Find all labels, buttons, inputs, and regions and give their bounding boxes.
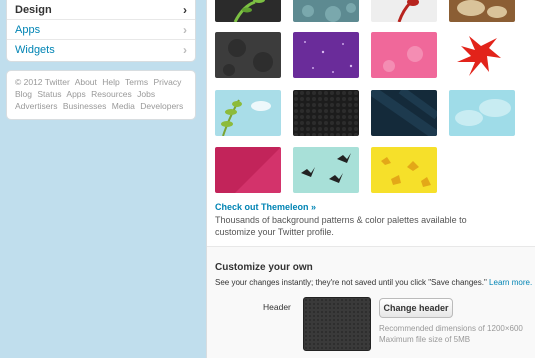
theme-tile[interactable] <box>449 0 515 22</box>
theme-tile[interactable] <box>371 32 437 78</box>
damask-pattern <box>223 39 273 76</box>
chevron-right-icon: › <box>183 3 187 17</box>
nav-item-design[interactable]: Design › <box>7 0 195 20</box>
theme-tile[interactable] <box>449 32 515 78</box>
footer-link-blog[interactable]: Blog <box>15 89 32 99</box>
footer-link-media[interactable]: Media <box>112 101 135 111</box>
diagonal-pattern <box>235 147 281 193</box>
theme-tile[interactable] <box>215 0 281 22</box>
change-header-button[interactable]: Change header <box>379 298 453 318</box>
learn-more-link[interactable]: Learn more. <box>489 278 532 287</box>
nav-item-apps[interactable]: Apps › <box>7 20 195 40</box>
themeleon-link[interactable]: Check out Themeleon » <box>215 202 316 212</box>
leaves-pattern <box>233 0 265 22</box>
customize-note-text: See your changes instantly; they're not … <box>215 278 487 287</box>
dimensions-text: Recommended dimensions of 1200×600 <box>379 324 523 333</box>
theme-tile[interactable] <box>293 147 359 193</box>
flowers-pattern <box>383 46 423 72</box>
theme-tile[interactable] <box>293 0 359 22</box>
footer-link-help[interactable]: Help <box>102 77 119 87</box>
customize-title: Customize your own <box>215 262 313 273</box>
design-panel: Check out Themeleon » Thousands of backg… <box>206 0 535 358</box>
leaves-clouds-pattern <box>221 99 271 136</box>
footer-link-jobs[interactable]: Jobs <box>137 89 155 99</box>
bird-pattern <box>457 0 507 18</box>
chevron-right-icon: › <box>183 23 187 37</box>
footer-link-advertisers[interactable]: Advertisers <box>15 101 58 111</box>
damask-pattern <box>302 3 356 22</box>
header-dimensions-note: Recommended dimensions of 1200×600 Maxim… <box>379 323 523 345</box>
theme-tile[interactable] <box>371 0 437 22</box>
footer-link-privacy[interactable]: Privacy <box>154 77 182 87</box>
theme-tile[interactable] <box>449 90 515 136</box>
footer-link-status[interactable]: Status <box>37 89 61 99</box>
red-leaf-pattern <box>457 36 501 76</box>
footer-link-developers[interactable]: Developers <box>140 101 183 111</box>
theme-tile[interactable] <box>371 90 437 136</box>
honeycomb-pattern <box>293 90 359 136</box>
theme-tile[interactable] <box>215 90 281 136</box>
max-size-text: Maximum file size of 5MB <box>379 335 471 344</box>
header-label: Header <box>263 302 291 312</box>
yellow-birds-pattern <box>381 157 431 187</box>
birds-pattern <box>301 153 351 183</box>
footer-link-terms[interactable]: Terms <box>125 77 148 87</box>
theme-tile[interactable] <box>293 32 359 78</box>
stripes-pattern <box>371 90 437 136</box>
footer-link-resources[interactable]: Resources <box>91 89 132 99</box>
footer-link-apps[interactable]: Apps <box>66 89 85 99</box>
customize-note: See your changes instantly; they're not … <box>215 278 533 287</box>
copyright-text: © 2012 Twitter <box>15 77 70 87</box>
theme-tile[interactable] <box>215 147 281 193</box>
stars-pattern <box>304 41 353 73</box>
theme-tile[interactable] <box>293 90 359 136</box>
header-image-preview <box>303 297 371 351</box>
nav-item-label: Design <box>15 4 52 16</box>
nav-item-widgets[interactable]: Widgets › <box>7 40 195 60</box>
themeleon-description: Thousands of background patterns & color… <box>215 215 467 237</box>
red-branch-pattern <box>397 0 419 22</box>
chevron-right-icon: › <box>183 43 187 57</box>
footer-links: © 2012 Twitter About Help Terms Privacy … <box>6 70 196 120</box>
footer-link-about[interactable]: About <box>75 77 97 87</box>
settings-nav: Design › Apps › Widgets › <box>6 0 196 62</box>
footer-link-businesses[interactable]: Businesses <box>63 101 106 111</box>
theme-tile[interactable] <box>215 32 281 78</box>
clouds-pattern <box>455 99 511 126</box>
nav-item-label: Apps <box>15 24 41 36</box>
theme-tile[interactable] <box>371 147 437 193</box>
nav-item-label: Widgets <box>15 44 55 56</box>
